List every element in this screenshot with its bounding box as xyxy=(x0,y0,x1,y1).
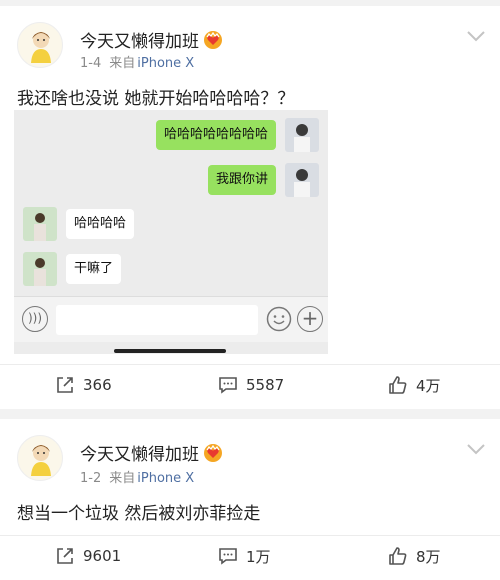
weibo-post: 今天又懒得加班 1-2 来自 iPhone X 想当一个垃圾 然后被刘亦菲捡走 96… xyxy=(0,419,500,580)
cartoon-girl-avatar-icon xyxy=(31,32,51,63)
divider xyxy=(0,535,500,536)
username[interactable]: 今天又懒得加班 xyxy=(80,440,223,465)
profile-photo-icon xyxy=(23,252,57,286)
comment-icon xyxy=(219,377,237,394)
chat-input-bar: ))) + xyxy=(14,296,328,342)
chevron-down-icon[interactable] xyxy=(466,30,486,42)
post-actions: 366 5587 4万 xyxy=(0,370,500,400)
post-meta: 1-4 来自 iPhone X xyxy=(80,52,194,71)
chat-bubble-sent: 我跟你讲 xyxy=(207,165,276,195)
post-date: 1-2 xyxy=(80,471,102,486)
chat-text-field xyxy=(56,305,258,335)
profile-photo-icon xyxy=(285,163,319,197)
username-text: 今天又懒得加班 xyxy=(80,445,199,465)
plus-icon: + xyxy=(297,306,323,332)
chevron-down-icon[interactable] xyxy=(466,443,486,455)
chat-bubble-received: 哈哈哈哈 xyxy=(66,209,135,239)
voice-icon: ))) xyxy=(22,306,48,332)
comment-count: 5587 xyxy=(246,376,285,394)
post-actions: 9601 1万 8万 xyxy=(0,541,500,571)
like-button[interactable]: 8万 xyxy=(388,541,441,571)
chat-screenshot: 哈哈哈哈哈哈哈哈 我跟你讲 哈哈哈哈 干嘛了 ))) + xyxy=(14,110,328,354)
post-text: 我还啥也没说 她就开始哈哈哈哈？？ xyxy=(17,89,295,109)
like-count: 8万 xyxy=(416,547,441,566)
cartoon-girl-avatar-icon xyxy=(31,445,51,476)
post-text: 想当一个垃圾 然后被刘亦菲捡走 xyxy=(17,504,261,524)
post-meta: 1-2 来自 iPhone X xyxy=(80,467,194,486)
profile-photo-icon xyxy=(285,118,319,152)
thumbs-up-icon xyxy=(389,376,407,394)
source-label: 来自 xyxy=(109,471,136,486)
comment-count: 1万 xyxy=(246,547,271,566)
device-link[interactable]: iPhone X xyxy=(137,471,194,486)
chat-avatar-received xyxy=(23,207,57,241)
comment-button[interactable]: 1万 xyxy=(218,541,271,571)
like-count: 4万 xyxy=(416,376,441,395)
username[interactable]: 今天又懒得加班 xyxy=(80,27,223,52)
username-text: 今天又懒得加班 xyxy=(80,32,199,52)
chat-bubble-sent: 哈哈哈哈哈哈哈哈 xyxy=(155,120,276,150)
source-label: 来自 xyxy=(109,56,136,71)
repost-icon xyxy=(57,548,73,564)
repost-count: 9601 xyxy=(83,547,122,565)
user-avatar[interactable] xyxy=(17,22,63,68)
repost-icon xyxy=(57,377,73,393)
post-date: 1-4 xyxy=(80,56,102,71)
vip-heart-badge-icon xyxy=(204,31,222,49)
emoji-icon xyxy=(266,306,292,332)
chat-avatar-sent xyxy=(285,163,319,197)
repost-button[interactable]: 9601 xyxy=(55,541,121,571)
chat-avatar-received xyxy=(23,252,57,286)
weibo-post: 今天又懒得加班 1-4 来自 iPhone X 我还啥也没说 她就开始哈哈哈哈？？ … xyxy=(0,6,500,409)
home-indicator xyxy=(114,349,226,353)
repost-button[interactable]: 366 xyxy=(55,370,112,400)
divider xyxy=(0,364,500,365)
user-avatar[interactable] xyxy=(17,435,63,481)
comment-button[interactable]: 5587 xyxy=(218,370,284,400)
device-link[interactable]: iPhone X xyxy=(137,56,194,71)
like-button[interactable]: 4万 xyxy=(388,370,441,400)
thumbs-up-icon xyxy=(389,547,407,565)
vip-heart-badge-icon xyxy=(204,444,222,462)
repost-count: 366 xyxy=(83,376,112,394)
comment-icon xyxy=(219,548,237,565)
profile-photo-icon xyxy=(23,207,57,241)
chat-bubble-received: 干嘛了 xyxy=(66,254,122,284)
chat-avatar-sent xyxy=(285,118,319,152)
